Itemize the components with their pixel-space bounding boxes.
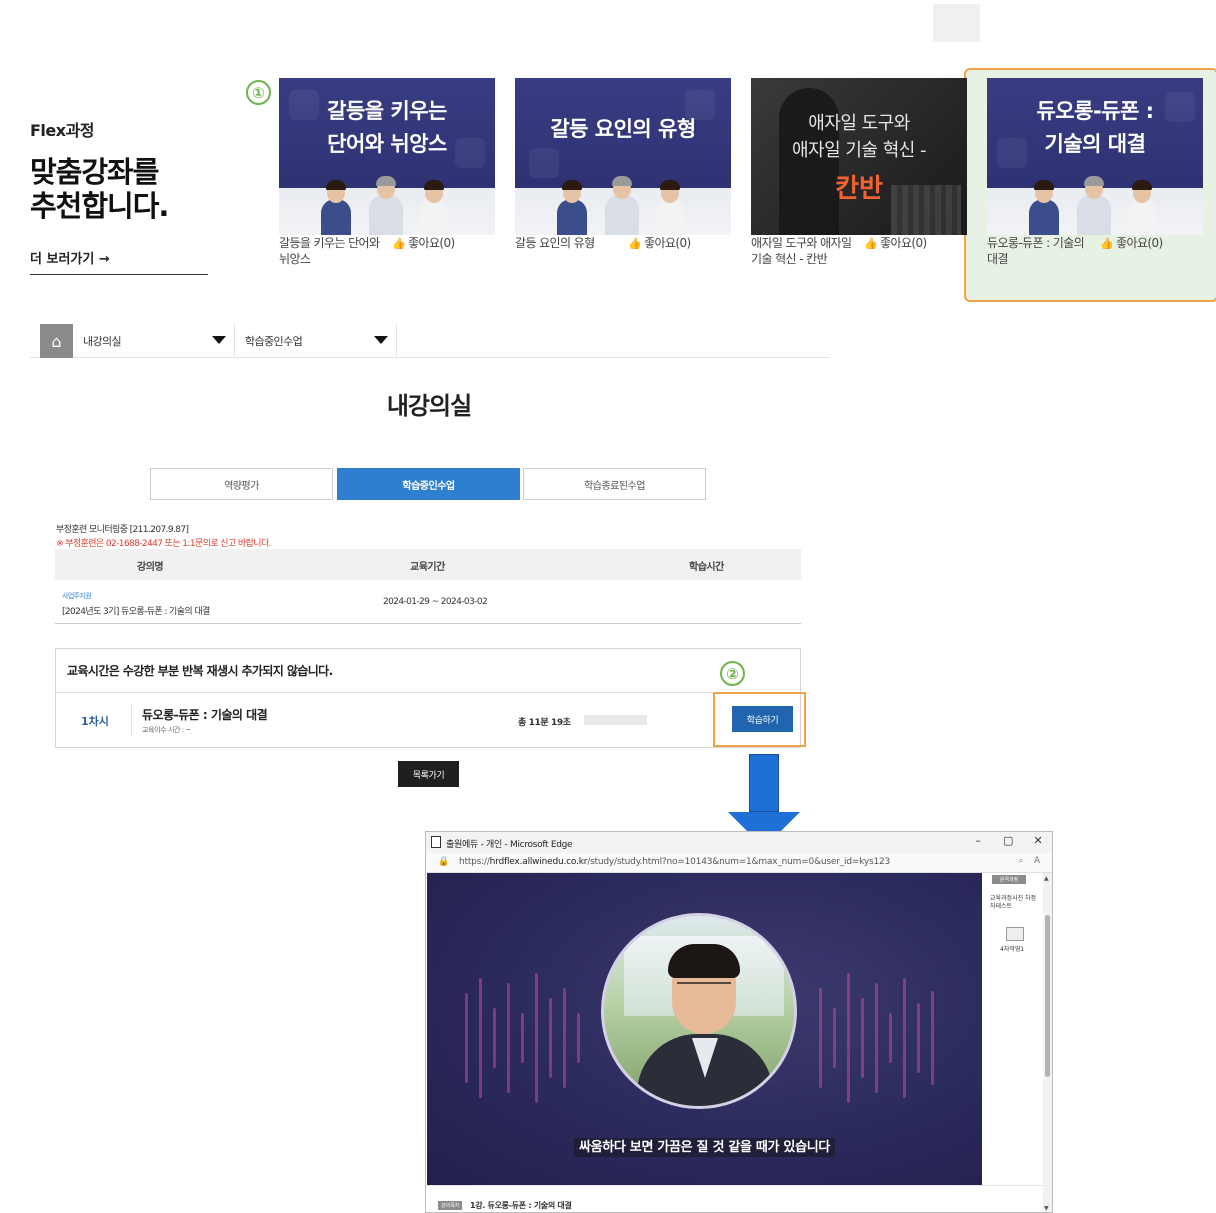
lecture-sidebar: 원격과정 교육과정사진 차정자테스트 4자막영1 [982,873,1043,1185]
progress-bar [584,715,647,725]
course-card[interactable]: 갈등 요인의 유형 갈등 요인의 유형 👍 좋아요(0) [515,78,731,275]
scroll-up-icon[interactable]: ▲ [1044,875,1049,882]
headline-line-2: 추천합니다. [30,189,169,223]
course-thumbnail[interactable]: 갈등 요인의 유형 [515,78,731,235]
like-count[interactable]: 👍 좋아요(0) [628,235,691,252]
course-name[interactable]: [2024년도 3기] 듀오롱-듀폰 : 기술의 대결 [62,604,210,617]
thumbs-up-icon: 👍 [864,237,878,250]
window-title: 출원에듀 - 개인 - Microsoft Edge [446,840,573,850]
thumb-accent: 칸반 [835,174,883,204]
arrow-down-icon [749,754,779,812]
course-card[interactable]: 애자일 도구와 애자일 기술 혁신 - 칸반 애자일 도구와 애자일 기술 혁신… [751,78,967,275]
lesson-number: 1차시 [81,715,109,728]
scroll-down-icon[interactable]: ▼ [1044,1205,1049,1212]
minimize-button[interactable]: – [970,834,986,847]
lock-icon[interactable]: 🔒 [438,857,449,867]
tab-in-progress[interactable]: 학습중인수업 [337,468,520,500]
instructor-icon [1006,927,1024,941]
more-link-underline [30,274,208,275]
more-link[interactable]: 더 보러가기 → [30,248,110,267]
course-period: 2024-01-29 ~ 2024-03-02 [383,597,488,607]
corner-placeholder [933,4,980,42]
scrollbar[interactable]: ▲ ▼ [1043,873,1052,1212]
step-marker-1: ① [246,80,271,105]
people-illustration [299,176,475,235]
divider [131,703,132,737]
thumbs-up-icon: 👍 [1100,237,1114,250]
thumb-title-line-2: 기술의 대결 [1044,132,1146,156]
table-row[interactable]: 사업주지원 [2024년도 3기] 듀오롱-듀폰 : 기술의 대결 2024-0… [55,580,801,624]
close-button[interactable]: ✕ [1030,834,1046,847]
toc-tag[interactable]: 강의목차 [438,1201,463,1210]
course-title[interactable]: 애자일 도구와 애자일 기술 혁신 - 칸반 [751,235,861,267]
like-count[interactable]: 👍 좋아요(0) [1100,235,1163,252]
lesson-completion-time: 교육이수 시간 : ~ [142,726,192,734]
caret-down-icon [374,336,388,344]
video-player[interactable]: 싸움하다 보면 가끔은 질 것 같을 때가 있습니다 [427,873,982,1185]
nav-item-label: 학습중인수업 [245,334,303,348]
monitor-notice: 부정훈련 모니터링중 [211.207.9.87] [56,525,189,535]
lesson-panel: 교육시간은 수강한 부분 반복 재생시 추가되지 않습니다. 1차시 듀오롱-듀… [55,648,806,748]
address-bar[interactable]: 🔒 https://hrdflex.allwinedu.co.kr/study/… [426,853,1052,873]
page-title: 내강의실 [386,392,472,420]
lesson-total-time: 총 11분 19초 [518,718,571,728]
window-titlebar: 출원에듀 - 개인 - Microsoft Edge – ▢ ✕ [426,832,1052,853]
col-study-time: 학습시간 [689,562,724,573]
fraud-warning: ※ 부정훈련은 02-1688-2447 또는 1:1문의로 신고 바랍니다. [56,539,271,549]
thumbs-up-icon: 👍 [392,237,406,250]
nav-item-label: 내강의실 [83,334,122,348]
col-course-name: 강의명 [137,562,164,573]
thumb-title-line-1: 듀오롱-듀폰 : [1036,99,1154,123]
like-count[interactable]: 👍 좋아요(0) [392,235,455,252]
course-title[interactable]: 갈등을 키우는 단어와 뉘앙스 [279,235,389,267]
page-icon [431,836,441,848]
maximize-button[interactable]: ▢ [1000,834,1016,847]
people-illustration [535,176,711,235]
breadcrumb-nav: ⌂ 내강의실 학습중인수업 [30,323,830,358]
thumb-title-line-1: 애자일 도구와 [808,113,910,134]
tab-assessment[interactable]: 역량평가 [150,468,333,500]
lecture-footer: 강의목차 1강. 듀오롱-듀폰 : 기술의 대결 [426,1185,1043,1212]
people-illustration [1007,176,1183,235]
home-icon[interactable]: ⌂ [40,324,73,358]
course-thumbnail[interactable]: 갈등을 키우는 단어와 뉘앙스 [279,78,495,235]
thumb-title-line-2: 애자일 기술 혁신 - [791,140,927,161]
category-label: Flex과정 [30,121,95,140]
course-image-placeholder: 교육과정사진 차정자테스트 [990,895,1037,910]
course-title[interactable]: 갈등 요인의 유형 [515,235,625,251]
thumb-title-line-2: 단어와 뉘앙스 [327,132,447,156]
url-text[interactable]: https://hrdflex.allwinedu.co.kr/study/st… [459,857,890,867]
thumb-title-line-1: 갈등 요인의 유형 [550,117,696,141]
course-thumbnail[interactable]: 애자일 도구와 애자일 기술 혁신 - 칸반 [751,78,967,235]
support-badge: 사업주지원 [62,592,92,600]
lesson-note: 교육시간은 수강한 부분 반복 재생시 추가되지 않습니다. [67,664,333,678]
like-count[interactable]: 👍 좋아요(0) [864,235,927,252]
course-title[interactable]: 듀오롱-듀폰 : 기술의 대결 [987,235,1097,267]
course-card[interactable]: 갈등을 키우는 단어와 뉘앙스 갈등을 키우는 단어와 뉘앙스 👍 좋아요(0) [279,78,495,275]
instructor-video [601,913,797,1109]
headline-line-1: 맞춤강좌를 [30,155,159,189]
course-card-selected[interactable]: 듀오롱-듀폰 : 기술의 대결 듀오롱-듀폰 : 기술의 대결 👍 좋아요(0) [987,78,1203,275]
browser-window: 출원에듀 - 개인 - Microsoft Edge – ▢ ✕ 🔒 https… [425,831,1053,1213]
table-header: 강의명 교육기간 학습시간 [55,549,801,580]
course-thumbnail[interactable]: 듀오롱-듀폰 : 기술의 대결 [987,78,1203,235]
recommend-headline: 맞춤강좌를 추천합니다. [30,155,230,223]
scroll-thumb[interactable] [1045,915,1050,1077]
divider [56,692,800,693]
zoom-icon[interactable]: ⌕ A [1019,856,1041,866]
study-button[interactable]: 학습하기 [732,706,793,732]
lecture-title: 1강. 듀오롱-듀폰 : 기술의 대결 [470,1201,572,1210]
col-period: 교육기간 [410,562,445,573]
lesson-name: 듀오롱-듀폰 : 기술의 대결 [142,708,268,722]
caret-down-icon [212,336,226,344]
thumbs-up-icon: 👍 [628,237,642,250]
nav-dropdown-course[interactable]: 학습중인수업 [235,323,397,358]
chapter-label: 4자막영1 [1000,946,1025,953]
tab-completed[interactable]: 학습종료된수업 [523,468,706,500]
list-button[interactable]: 목록가기 [398,761,459,787]
video-subtitle: 싸움하다 보면 가끔은 질 것 같을 때가 있습니다 [427,1136,982,1157]
course-type-tag: 원격과정 [992,875,1026,884]
nav-dropdown-classroom[interactable]: 내강의실 [73,323,235,358]
thumb-title-line-1: 갈등을 키우는 [327,99,447,123]
